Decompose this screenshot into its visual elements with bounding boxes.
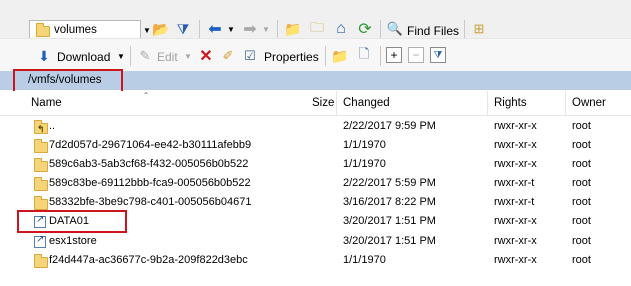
file-changed: 1/1/1970: [343, 139, 386, 151]
symlink-icon: [34, 234, 46, 248]
file-changed: 2/22/2017 9:59 PM: [343, 120, 436, 132]
file-owner: root: [572, 215, 591, 227]
refresh-icon[interactable]: ⟳: [356, 19, 374, 39]
forward-dropdown-icon[interactable]: ▼: [261, 19, 271, 39]
delete-icon[interactable]: ✕: [197, 47, 215, 65]
file-name: esx1store: [49, 235, 97, 247]
file-rights: rwxr-xr-t: [494, 177, 535, 189]
back-dropdown-icon[interactable]: ▼: [226, 19, 236, 39]
file-row[interactable]: 589c6ab3-5ab3cf68-f432-005056b0b522 1/1/…: [0, 155, 631, 174]
data01-highlight-box: [17, 210, 127, 233]
file-owner: root: [572, 196, 591, 208]
file-name: f24d447a-ac36677c-9b2a-209f822d3ebc: [49, 254, 248, 266]
file-row[interactable]: esx1store 3/20/2017 1:51 PM rwxr-xr-x ro…: [0, 232, 631, 251]
file-changed: 3/16/2017 8:22 PM: [343, 196, 436, 208]
file-rights: rwxr-xr-x: [494, 120, 537, 132]
column-changed[interactable]: Changed: [343, 97, 390, 109]
location-combo[interactable]: volumes: [29, 20, 141, 40]
column-divider[interactable]: [487, 91, 488, 115]
folder-icon: [34, 158, 48, 172]
separator: [325, 46, 326, 66]
folder-icon: [34, 254, 48, 268]
folder-icon: [34, 177, 48, 191]
column-name[interactable]: Name: [31, 97, 62, 109]
separator: [464, 20, 465, 40]
folder-icon: [36, 23, 50, 37]
navigation-toolbar: volumes ▼ 📂 ⧩ ⬅ ▼ ➡ ▼ 📁 🗀 ⌂ ⟳ 🔍 Find Fil…: [0, 0, 631, 40]
file-owner: root: [572, 158, 591, 170]
file-changed: 1/1/1970: [343, 158, 386, 170]
file-name: 589c6ab3-5ab3cf68-f432-005056b0b522: [49, 158, 249, 170]
file-rights: rwxr-xr-x: [494, 215, 537, 227]
column-owner[interactable]: Owner: [572, 97, 606, 109]
back-arrow-icon[interactable]: ⬅: [206, 19, 224, 39]
file-rights: rwxr-xr-x: [494, 139, 537, 151]
file-changed: 2/22/2017 5:59 PM: [343, 177, 436, 189]
separator: [380, 46, 381, 66]
column-size[interactable]: Size: [312, 97, 334, 109]
file-changed: 3/20/2017 1:51 PM: [343, 235, 436, 247]
download-icon[interactable]: ⬇: [35, 47, 53, 65]
rename-icon[interactable]: ✐: [219, 47, 237, 65]
select-all-icon[interactable]: +: [386, 47, 402, 63]
edit-icon[interactable]: ✎: [136, 47, 154, 65]
file-rights: rwxr-xr-x: [494, 254, 537, 266]
parent-folder-icon[interactable]: 📁: [284, 19, 302, 39]
separator: [199, 20, 200, 40]
file-rights: rwxr-xr-t: [494, 196, 535, 208]
file-owner: root: [572, 177, 591, 189]
home-icon[interactable]: ⌂: [332, 19, 350, 39]
file-name: 589c83be-69112bbb-fca9-005056b0b522: [49, 177, 251, 189]
file-name: ..: [49, 120, 56, 132]
find-files-button[interactable]: Find Files: [407, 24, 459, 38]
properties-button[interactable]: Properties: [264, 50, 319, 64]
forward-arrow-icon[interactable]: ➡: [241, 19, 259, 39]
folder-icon: [34, 139, 48, 153]
file-changed: 1/1/1970: [343, 254, 386, 266]
filter-select-icon[interactable]: ⧩: [430, 47, 446, 63]
open-folder-icon[interactable]: 📂: [152, 19, 170, 39]
file-rights: rwxr-xr-x: [494, 158, 537, 170]
unselect-all-icon[interactable]: −: [408, 47, 424, 63]
separator: [130, 46, 131, 66]
new-file-icon[interactable]: 🗋: [355, 46, 373, 65]
location-value: volumes: [54, 24, 97, 36]
file-row-parent[interactable]: ↰ .. 2/22/2017 9:59 PM rwxr-xr-x root: [0, 117, 631, 136]
file-name: 58332bfe-3be9c798-c401-005056b04671: [49, 196, 252, 208]
root-folder-icon[interactable]: 🗀: [308, 19, 326, 39]
edit-button[interactable]: Edit: [157, 50, 178, 64]
separator: [277, 20, 278, 40]
file-changed: 3/20/2017 1:51 PM: [343, 215, 436, 227]
file-owner: root: [572, 254, 591, 266]
column-divider[interactable]: [565, 91, 566, 115]
download-button[interactable]: Download: [57, 50, 110, 64]
properties-icon[interactable]: ☑: [241, 47, 259, 65]
new-folder-icon[interactable]: 📁: [331, 47, 349, 65]
separator: [380, 20, 381, 40]
file-toolbar: ⬇ Download ▼ ✎ Edit ▼ ✕ ✐ ☑ Properties 📁…: [0, 38, 631, 72]
file-rights: rwxr-xr-x: [494, 235, 537, 247]
dropdown-arrow-icon[interactable]: ▼: [142, 24, 152, 36]
folder-icon: [34, 196, 48, 210]
column-rights[interactable]: Rights: [494, 97, 527, 109]
file-owner: root: [572, 120, 591, 132]
filter-icon[interactable]: ⧩: [174, 19, 192, 39]
download-dropdown-icon[interactable]: ▼: [116, 48, 126, 64]
file-row[interactable]: 7d2d057d-29671064-ee42-b30111afebb9 1/1/…: [0, 136, 631, 155]
edit-dropdown-icon[interactable]: ▼: [183, 48, 193, 64]
tree-view-icon[interactable]: ⊞: [470, 19, 488, 39]
find-files-icon[interactable]: 🔍: [386, 19, 404, 39]
up-arrow-icon: ↰: [37, 124, 45, 134]
file-list-header: ⌃ Name Size Changed Rights Owner: [0, 91, 631, 116]
file-row[interactable]: 589c83be-69112bbb-fca9-005056b0b522 2/22…: [0, 174, 631, 193]
sort-up-icon: ⌃: [142, 90, 150, 100]
column-divider[interactable]: [336, 91, 337, 115]
file-owner: root: [572, 235, 591, 247]
file-owner: root: [572, 139, 591, 151]
file-name: 7d2d057d-29671064-ee42-b30111afebb9: [49, 139, 252, 151]
file-row[interactable]: f24d447a-ac36677c-9b2a-209f822d3ebc 1/1/…: [0, 251, 631, 270]
